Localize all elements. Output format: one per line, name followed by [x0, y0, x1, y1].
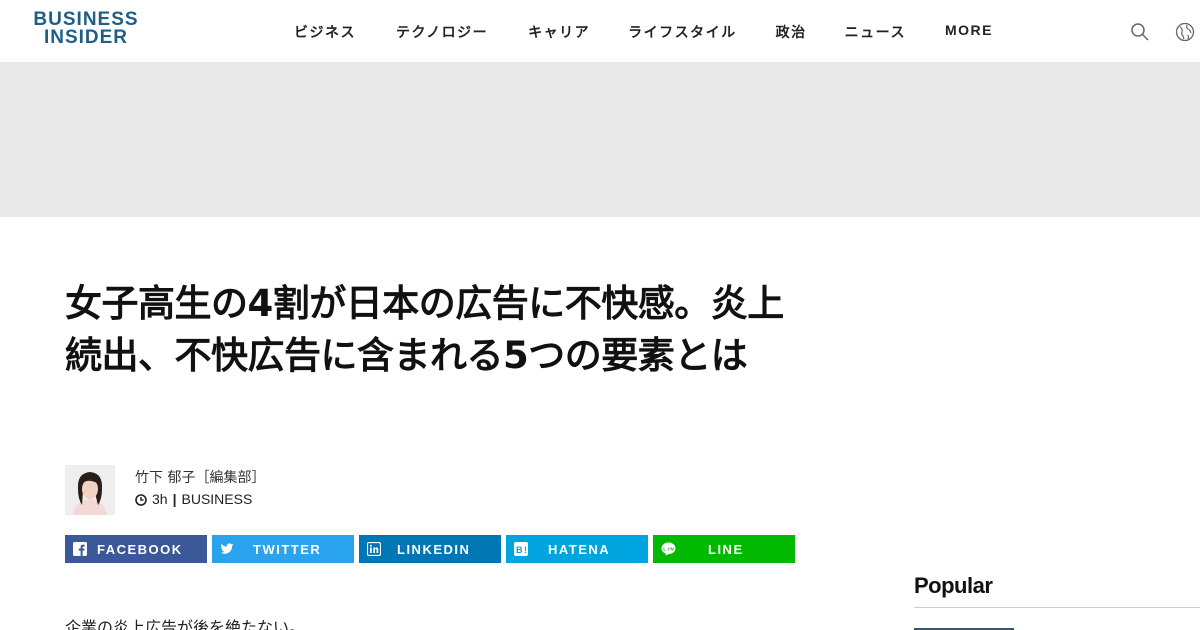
site-logo[interactable]: BUSINESS INSIDER	[30, 10, 142, 48]
popular-divider	[914, 607, 1200, 608]
share-linkedin-label: LINKEDIN	[397, 542, 471, 557]
author-name[interactable]: 竹下 郁子［編集部］	[135, 467, 265, 487]
share-line-label: LINE	[708, 542, 744, 557]
nav-item-business[interactable]: ビジネス	[294, 22, 356, 42]
share-facebook-label: FACEBOOK	[97, 542, 183, 557]
main-nav: ビジネス テクノロジー キャリア ライフスタイル 政治 ニュース MORE	[294, 22, 993, 42]
share-twitter-button[interactable]: TWITTER	[212, 535, 354, 563]
hatena-icon: B!	[514, 542, 528, 556]
site-header: BUSINESS INSIDER ビジネス テクノロジー キャリア ライフスタイ…	[0, 0, 1200, 63]
clock-icon	[135, 493, 147, 506]
nav-item-career[interactable]: キャリア	[528, 22, 590, 42]
nav-item-politics[interactable]: 政治	[776, 22, 807, 42]
svg-text:B!: B!	[516, 545, 528, 555]
ad-banner-area	[0, 63, 1200, 217]
share-twitter-label: TWITTER	[253, 542, 322, 557]
publish-time: 3h	[152, 491, 168, 507]
linkedin-icon	[366, 541, 382, 557]
share-buttons: FACEBOOK TWITTER LINKEDIN B! HATENA LINE…	[65, 535, 795, 563]
twitter-icon	[220, 542, 234, 556]
popular-heading: Popular	[914, 573, 993, 598]
share-hatena-label: HATENA	[548, 542, 611, 557]
share-linkedin-button[interactable]: LINKEDIN	[359, 535, 501, 563]
share-line-button[interactable]: LINE LINE	[653, 535, 795, 563]
article-lead: 企業の炎上広告が後を絶たない。	[65, 618, 306, 630]
article-meta: 3h | BUSINESS	[135, 491, 252, 507]
nav-item-news[interactable]: ニュース	[845, 22, 906, 42]
author-avatar[interactable]	[65, 465, 115, 515]
facebook-icon	[73, 542, 87, 556]
nav-item-lifestyle[interactable]: ライフスタイル	[628, 22, 737, 42]
nav-item-technology[interactable]: テクノロジー	[396, 22, 488, 42]
meta-separator: |	[172, 491, 177, 507]
article-category[interactable]: BUSINESS	[182, 491, 253, 507]
share-facebook-button[interactable]: FACEBOOK	[65, 535, 207, 563]
globe-icon[interactable]	[1175, 22, 1195, 42]
share-hatena-button[interactable]: B! HATENA	[506, 535, 648, 563]
nav-item-more[interactable]: MORE	[945, 22, 993, 42]
line-icon: LINE	[661, 542, 678, 556]
svg-text:LINE: LINE	[663, 546, 676, 551]
logo-line-2: INSIDER	[43, 27, 129, 48]
article-title: 女子高生の4割が日本の広告に不快感。炎上続出、不快広告に含まれる5つの要素とは	[65, 282, 784, 377]
search-icon[interactable]	[1130, 22, 1150, 42]
